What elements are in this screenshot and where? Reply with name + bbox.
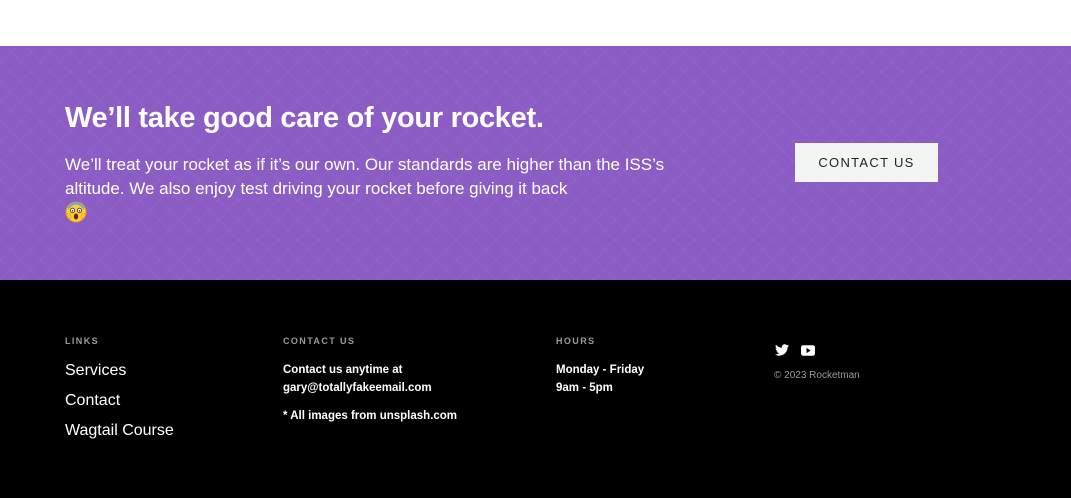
footer-social-column: © 2023 Rocketman [774,338,860,381]
list-item: Services [65,361,174,381]
hours-days: Monday - Friday [556,364,645,376]
contact-line: Contact us anytime at [283,364,403,376]
screaming-face-emoji-icon [65,201,87,223]
cta-description-text: We’ll treat your rocket as if it’s our o… [65,155,665,198]
contact-heading: CONTACT US [283,336,356,346]
footer-link-contact[interactable]: Contact [65,392,120,409]
contact-us-button[interactable]: CONTACT US [795,143,938,182]
copyright-text: © 2023 Rocketman [774,370,860,381]
social-links [774,342,860,358]
top-white-space [0,0,1071,46]
youtube-icon[interactable] [800,342,816,358]
footer-links-column: LINKS Services Contact Wagtail Course [65,335,174,451]
footer-hours-column: HOURS Monday - Friday 9am - 5pm [556,335,644,397]
footer-links-list: Services Contact Wagtail Course [65,361,174,441]
contact-email: gary@totallyfakeemail.com [283,382,432,394]
footer-link-services[interactable]: Services [65,362,126,379]
links-heading: LINKS [65,336,99,346]
hours-heading: HOURS [556,336,596,346]
images-credit-note: * All images from unsplash.com [283,410,458,422]
site-footer: LINKS Services Contact Wagtail Course CO… [0,280,1071,498]
list-item: Wagtail Course [65,421,174,441]
cta-title: We’ll take good care of your rocket. [65,102,544,134]
hours-time: 9am - 5pm [556,382,613,394]
twitter-icon[interactable] [774,342,790,358]
cta-banner: We’ll take good care of your rocket. We’… [0,46,1071,280]
footer-link-wagtail-course[interactable]: Wagtail Course [65,422,174,439]
cta-description: We’ll treat your rocket as if it’s our o… [65,153,665,223]
footer-contact-column: CONTACT US Contact us anytime at gary@to… [283,335,457,425]
list-item: Contact [65,391,174,411]
